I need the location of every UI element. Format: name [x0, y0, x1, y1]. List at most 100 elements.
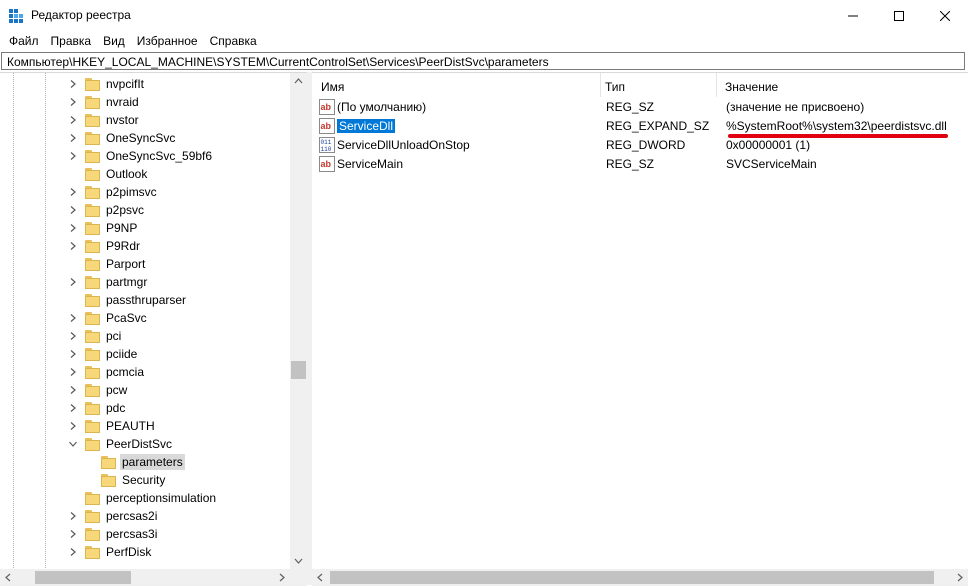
chevron-right-icon[interactable] — [68, 331, 78, 341]
menu-file[interactable]: Файл — [3, 31, 45, 51]
tree-item[interactable]: pdc — [66, 399, 127, 417]
tree-item[interactable]: PEAUTH — [66, 417, 157, 435]
chevron-down-icon[interactable] — [68, 439, 78, 449]
folder-icon — [101, 455, 116, 469]
folder-icon — [85, 185, 100, 199]
tree-item[interactable]: PeerDistSvc — [66, 435, 174, 453]
chevron-right-icon[interactable] — [68, 151, 78, 161]
tree-item[interactable]: Parport — [66, 255, 147, 273]
tree-item[interactable]: OneSyncSvc — [66, 129, 177, 147]
menu-view[interactable]: Вид — [97, 31, 131, 51]
value-type: REG_EXPAND_SZ — [606, 119, 710, 133]
tree-item-label: Security — [122, 473, 166, 487]
column-header-value[interactable]: Значение — [716, 73, 968, 97]
folder-icon — [85, 131, 100, 145]
key-tree-pane: nvpcifIt nvraid nvstor OneSyncSvc OneSyncSvc… — [0, 72, 307, 586]
scroll-right-icon[interactable] — [951, 569, 968, 586]
chevron-right-icon[interactable] — [68, 547, 78, 557]
tree-item-label: PeerDistSvc — [106, 437, 173, 451]
menu-help[interactable]: Справка — [204, 31, 263, 51]
scroll-up-icon[interactable] — [290, 73, 307, 90]
tree-item[interactable]: percsas3i — [66, 525, 159, 543]
tree-item[interactable]: partmgr — [66, 273, 149, 291]
tree-scroll-thumb[interactable] — [291, 361, 306, 379]
tree-item[interactable]: P9Rdr — [66, 237, 142, 255]
tree-item-label: OneSyncSvc — [106, 131, 176, 145]
tree-item[interactable]: perceptionsimulation — [66, 489, 218, 507]
address-bar[interactable]: Компьютер\HKEY_LOCAL_MACHINE\SYSTEM\Curr… — [1, 52, 965, 70]
chevron-right-icon[interactable] — [68, 97, 78, 107]
chevron-right-icon[interactable] — [68, 133, 78, 143]
chevron-right-icon[interactable] — [68, 115, 78, 125]
chevron-right-icon[interactable] — [68, 367, 78, 377]
minimize-button[interactable] — [830, 0, 876, 31]
tree-item[interactable]: PcaSvc — [66, 309, 149, 327]
tree-vertical-scrollbar[interactable] — [290, 73, 307, 569]
tree-item[interactable]: pciide — [66, 345, 139, 363]
svg-text:ab: ab — [321, 121, 332, 131]
value-row[interactable]: ab ServiceDll REG_EXPAND_SZ %SystemRoot%\sy… — [312, 117, 968, 138]
list-hscroll-thumb[interactable] — [330, 571, 934, 584]
folder-icon — [85, 275, 100, 289]
value-name: ServiceMain — [337, 155, 403, 173]
tree-item[interactable]: Security — [66, 471, 167, 489]
close-button[interactable] — [922, 0, 968, 31]
chevron-right-icon[interactable] — [68, 241, 78, 251]
tree-item[interactable]: P9NP — [66, 219, 139, 237]
tree-item-label: passthruparser — [106, 293, 187, 307]
column-header-name[interactable]: Имя — [312, 73, 601, 97]
chevron-right-icon[interactable] — [68, 205, 78, 215]
chevron-right-icon[interactable] — [68, 79, 78, 89]
chevron-right-icon[interactable] — [68, 277, 78, 287]
tree-item[interactable]: passthruparser — [66, 291, 188, 309]
tree-item[interactable]: pcw — [66, 381, 129, 399]
menu-edit[interactable]: Правка — [45, 31, 98, 51]
tree-horizontal-scrollbar[interactable] — [0, 569, 290, 586]
folder-icon — [85, 77, 100, 91]
chevron-right-icon[interactable] — [68, 223, 78, 233]
tree-item[interactable]: nvraid — [66, 93, 141, 111]
value-name-text: (По умолчанию) — [337, 100, 427, 114]
tree-item[interactable]: parameters — [66, 453, 185, 471]
tree-item[interactable]: pci — [66, 327, 123, 345]
tree-item[interactable]: nvpcifIt — [66, 75, 146, 93]
tree-item-label: Outlook — [106, 167, 148, 181]
value-row[interactable]: ab (По умолчанию) REG_SZ (значение не присв… — [312, 98, 968, 116]
chevron-right-icon[interactable] — [68, 529, 78, 539]
list-horizontal-scrollbar[interactable] — [312, 569, 968, 586]
tree-item[interactable]: nvstor — [66, 111, 141, 129]
value-row[interactable]: ab ServiceMain REG_SZ SVCServiceMain — [312, 155, 968, 173]
tree-hscroll-thumb[interactable] — [35, 571, 131, 584]
menu-bar: Файл Правка Вид Избранное Справка — [0, 31, 968, 51]
menu-favorites[interactable]: Избранное — [131, 31, 204, 51]
chevron-right-icon[interactable] — [68, 313, 78, 323]
tree-item[interactable]: Outlook — [66, 165, 149, 183]
tree-item[interactable]: PerfDisk — [66, 543, 153, 561]
tree-item[interactable]: percsas2i — [66, 507, 159, 525]
chevron-right-icon[interactable] — [68, 385, 78, 395]
folder-icon — [85, 347, 100, 361]
tree-item-label: nvstor — [106, 113, 139, 127]
tree-item[interactable]: OneSyncSvc_59bf6 — [66, 147, 214, 165]
column-header-type[interactable]: Тип — [596, 73, 717, 97]
chevron-right-icon[interactable] — [68, 511, 78, 521]
chevron-right-icon[interactable] — [68, 349, 78, 359]
folder-icon — [85, 491, 100, 505]
folder-icon — [85, 545, 100, 559]
folder-icon — [85, 365, 100, 379]
chevron-right-icon[interactable] — [68, 421, 78, 431]
tree-item[interactable]: pcmcia — [66, 363, 146, 381]
scroll-left-icon[interactable] — [312, 569, 329, 586]
tree-item[interactable]: p2psvc — [66, 201, 146, 219]
folder-icon — [85, 95, 100, 109]
chevron-right-icon[interactable] — [68, 187, 78, 197]
scroll-right-icon[interactable] — [273, 569, 290, 586]
maximize-button[interactable] — [876, 0, 922, 31]
value-name-text: ServiceMain — [337, 157, 404, 171]
scroll-left-icon[interactable] — [0, 569, 17, 586]
folder-icon — [85, 401, 100, 415]
scroll-down-icon[interactable] — [290, 552, 307, 569]
chevron-right-icon[interactable] — [68, 403, 78, 413]
tree-item[interactable]: p2pimsvc — [66, 183, 159, 201]
value-row[interactable]: 011 110 ServiceDllUnloadOnStop REG_DWORD 0x0… — [312, 136, 968, 154]
